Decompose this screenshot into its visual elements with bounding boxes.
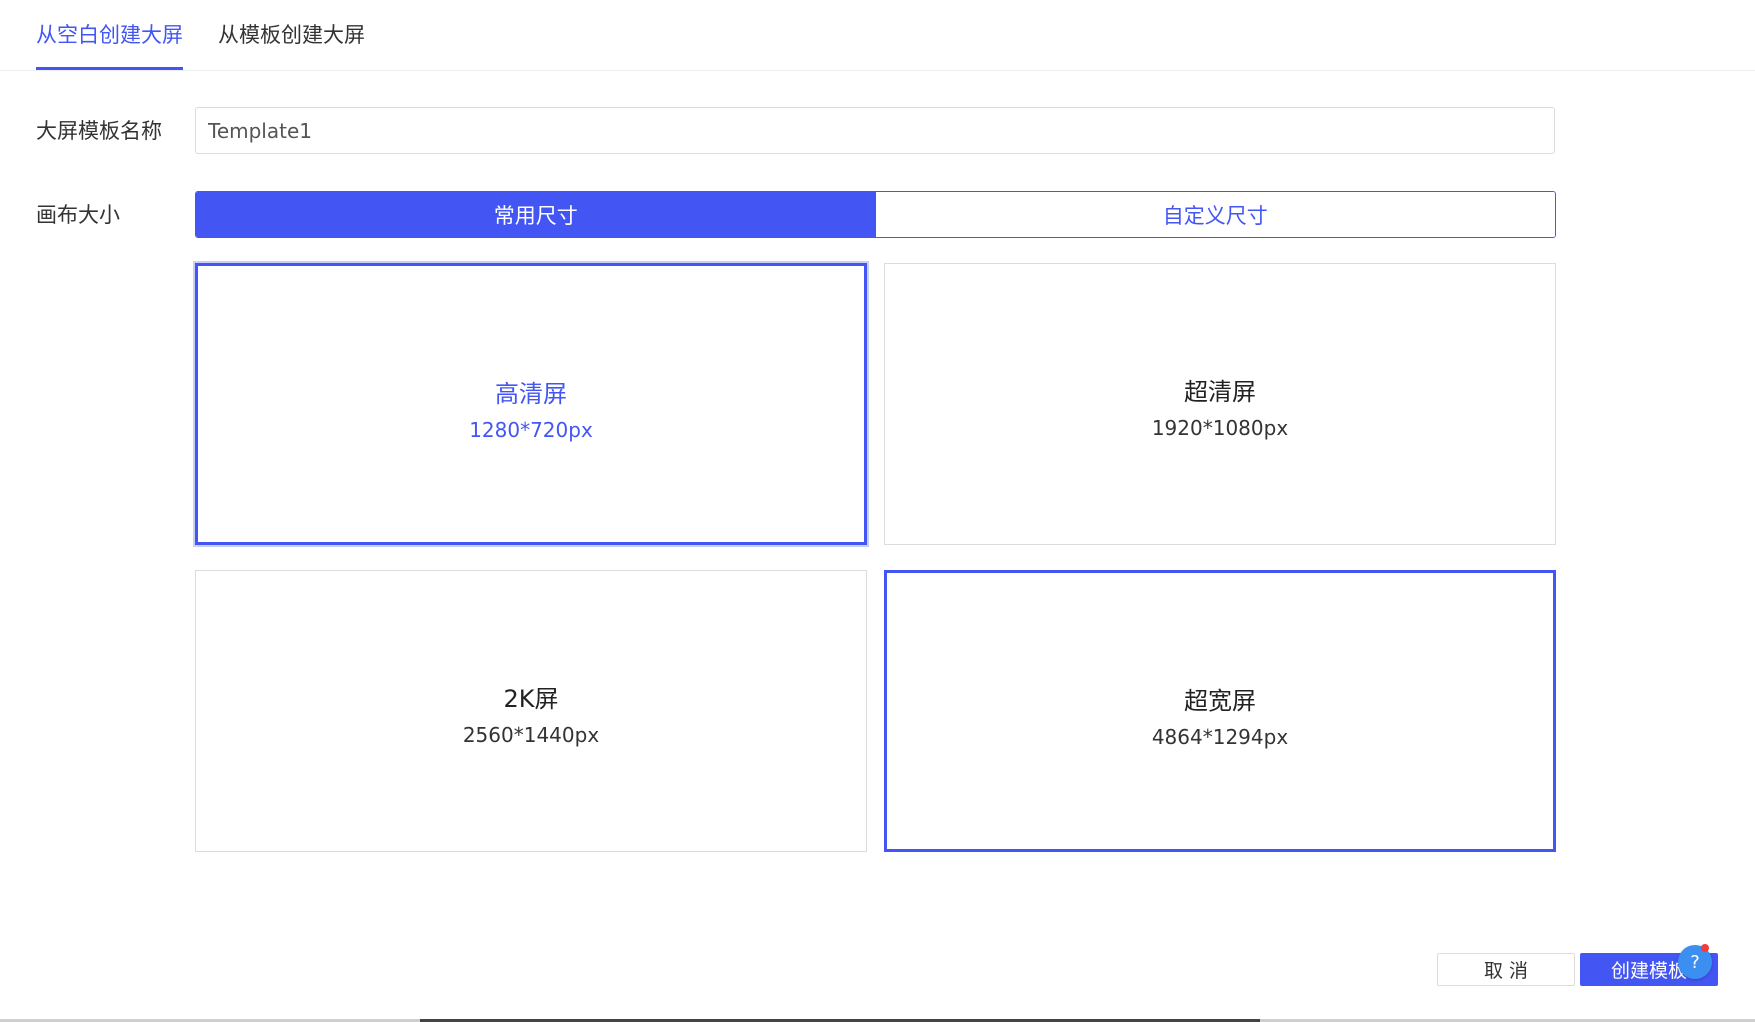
size-mode-toggle: 常用尺寸 自定义尺寸: [195, 191, 1556, 238]
template-name-input[interactable]: [195, 107, 1555, 154]
tab-template-create[interactable]: 从模板创建大屏: [218, 20, 365, 50]
tab-blank-create[interactable]: 从空白创建大屏: [36, 20, 183, 50]
canvas-size-label: 画布大小: [36, 203, 120, 227]
size-card-dimensions: 4864*1294px: [1151, 725, 1289, 749]
size-card-title: 超宽屏: [1184, 687, 1256, 715]
tab-active-underline: [36, 67, 183, 70]
common-size-button[interactable]: 常用尺寸: [196, 192, 876, 237]
custom-size-button[interactable]: 自定义尺寸: [875, 192, 1555, 237]
template-name-label: 大屏模板名称: [36, 119, 162, 143]
size-card-dimensions: 1920*1080px: [1151, 416, 1289, 440]
size-card-dimensions: 2560*1440px: [462, 723, 600, 747]
size-card-ultrawide[interactable]: 超宽屏 4864*1294px: [884, 570, 1556, 852]
cancel-button[interactable]: 取 消: [1437, 953, 1575, 986]
size-card-2k[interactable]: 2K屏 2560*1440px: [195, 570, 867, 852]
size-card-title: 超清屏: [1184, 378, 1256, 406]
size-card-fhd[interactable]: 超清屏 1920*1080px: [884, 263, 1556, 545]
size-card-title: 高清屏: [495, 380, 567, 408]
size-card-title: 2K屏: [503, 685, 559, 713]
tab-bar: 从空白创建大屏 从模板创建大屏: [0, 0, 1755, 71]
size-card-hd[interactable]: 高清屏 1280*720px: [195, 263, 867, 545]
size-card-dimensions: 1280*720px: [469, 418, 593, 442]
notification-dot-icon: [1701, 944, 1709, 952]
